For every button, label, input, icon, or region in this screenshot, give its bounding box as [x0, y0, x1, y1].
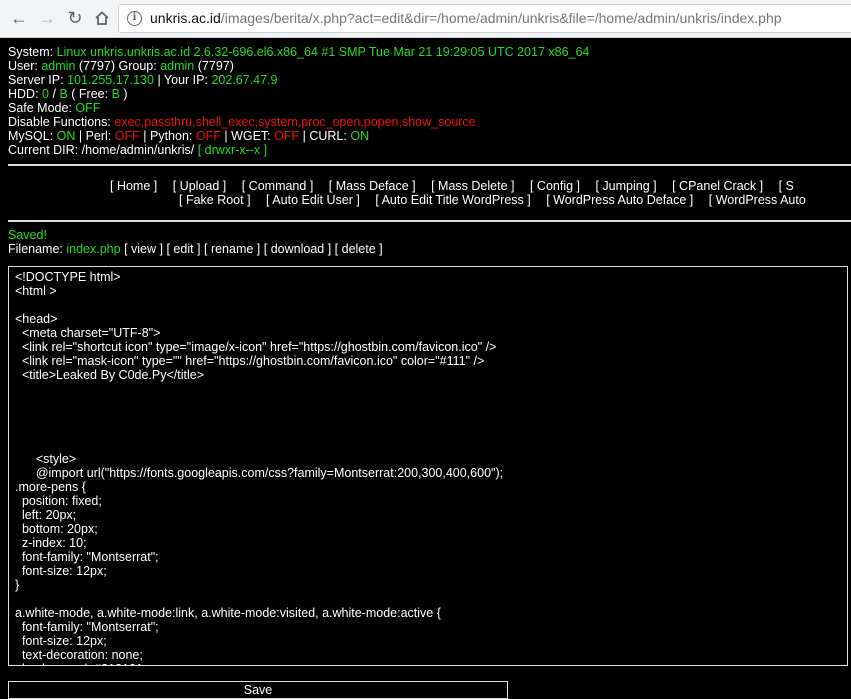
- current-dir-line: Current DIR: /home/admin/unkris/ [ drwxr…: [8, 143, 268, 157]
- menu-auto-edit-title-wordpress[interactable]: [ Auto Edit Title WordPress ]: [375, 193, 530, 207]
- address-bar[interactable]: i unkris.ac.id/images/berita/x.php?act=e…: [118, 4, 851, 33]
- file-editor-textarea[interactable]: <!DOCTYPE html> <html > <head> <meta cha…: [8, 266, 848, 666]
- back-arrow-icon[interactable]: ←: [8, 7, 30, 29]
- user-line: User: admin (7797) Group: admin (7797): [8, 59, 234, 73]
- menu-config[interactable]: [ Config ]: [530, 179, 580, 193]
- hdd-line: HDD: 0 / B ( Free: B ): [8, 87, 128, 101]
- browser-toolbar: ← → ↻ i unkris.ac.id/images/berita/x.php…: [0, 0, 851, 38]
- disable-functions-line: Disable Functions: exec,passthru,shell_e…: [8, 115, 476, 129]
- safe-mode-line: Safe Mode: OFF: [8, 101, 101, 115]
- rename-link[interactable]: [ rename ]: [204, 242, 260, 256]
- home-icon[interactable]: [91, 7, 113, 29]
- info-icon[interactable]: i: [127, 11, 142, 26]
- ip-line: Server IP: 101.255.17.130 | Your IP: 202…: [8, 73, 278, 87]
- current-dir-link[interactable]: /home/admin/unkris/: [82, 143, 195, 157]
- menu-cpanel-crack[interactable]: [ CPanel Crack ]: [672, 179, 763, 193]
- menu-wordpress-auto-truncated[interactable]: [ WordPress Auto: [709, 193, 806, 207]
- saved-message: Saved!: [8, 228, 47, 242]
- menu-wordpress-auto-deface[interactable]: [ WordPress Auto Deface ]: [546, 193, 693, 207]
- divider-bottom: [8, 220, 851, 222]
- menu-auto-edit-user[interactable]: [ Auto Edit User ]: [266, 193, 360, 207]
- reload-icon[interactable]: ↻: [64, 7, 86, 29]
- edit-link[interactable]: [ edit ]: [166, 242, 200, 256]
- delete-link[interactable]: [ delete ]: [335, 242, 383, 256]
- download-link[interactable]: [ download ]: [264, 242, 331, 256]
- menu-row-1: [ Home ] [ Upload ] [ Command ] [ Mass D…: [110, 179, 851, 193]
- main-menu: [ Home ] [ Upload ] [ Command ] [ Mass D…: [110, 179, 851, 207]
- divider-top: [8, 164, 851, 166]
- view-link[interactable]: [ view ]: [124, 242, 163, 256]
- menu-mass-deface[interactable]: [ Mass Deface ]: [329, 179, 416, 193]
- system-line: System: Linux unkris.unkris.ac.id 2.6.32…: [8, 45, 590, 59]
- save-button[interactable]: Save: [8, 681, 508, 699]
- file-actions: Filename: index.php [ view ] [ edit ] [ …: [8, 242, 383, 256]
- menu-command[interactable]: [ Command ]: [242, 179, 314, 193]
- url-text: unkris.ac.id/images/berita/x.php?act=edi…: [150, 10, 782, 26]
- menu-home[interactable]: [ Home ]: [110, 179, 157, 193]
- menu-upload[interactable]: [ Upload ]: [173, 179, 227, 193]
- filename: index.php: [66, 242, 121, 256]
- menu-row-2: [ Fake Root ] [ Auto Edit User ] [ Auto …: [110, 193, 851, 207]
- features-line: MySQL: ON | Perl: OFF | Python: OFF | WG…: [8, 129, 370, 143]
- menu-jumping[interactable]: [ Jumping ]: [595, 179, 656, 193]
- menu-mass-delete[interactable]: [ Mass Delete ]: [431, 179, 514, 193]
- forward-arrow-icon[interactable]: →: [36, 7, 58, 29]
- editor-content[interactable]: <!DOCTYPE html> <html > <head> <meta cha…: [9, 267, 847, 665]
- menu-truncated-s[interactable]: [ S: [779, 179, 794, 193]
- menu-fake-root[interactable]: [ Fake Root ]: [179, 193, 251, 207]
- system-info: System: Linux unkris.unkris.ac.id 2.6.32…: [8, 45, 851, 157]
- dir-perms: [ drwxr-x--x ]: [197, 143, 268, 157]
